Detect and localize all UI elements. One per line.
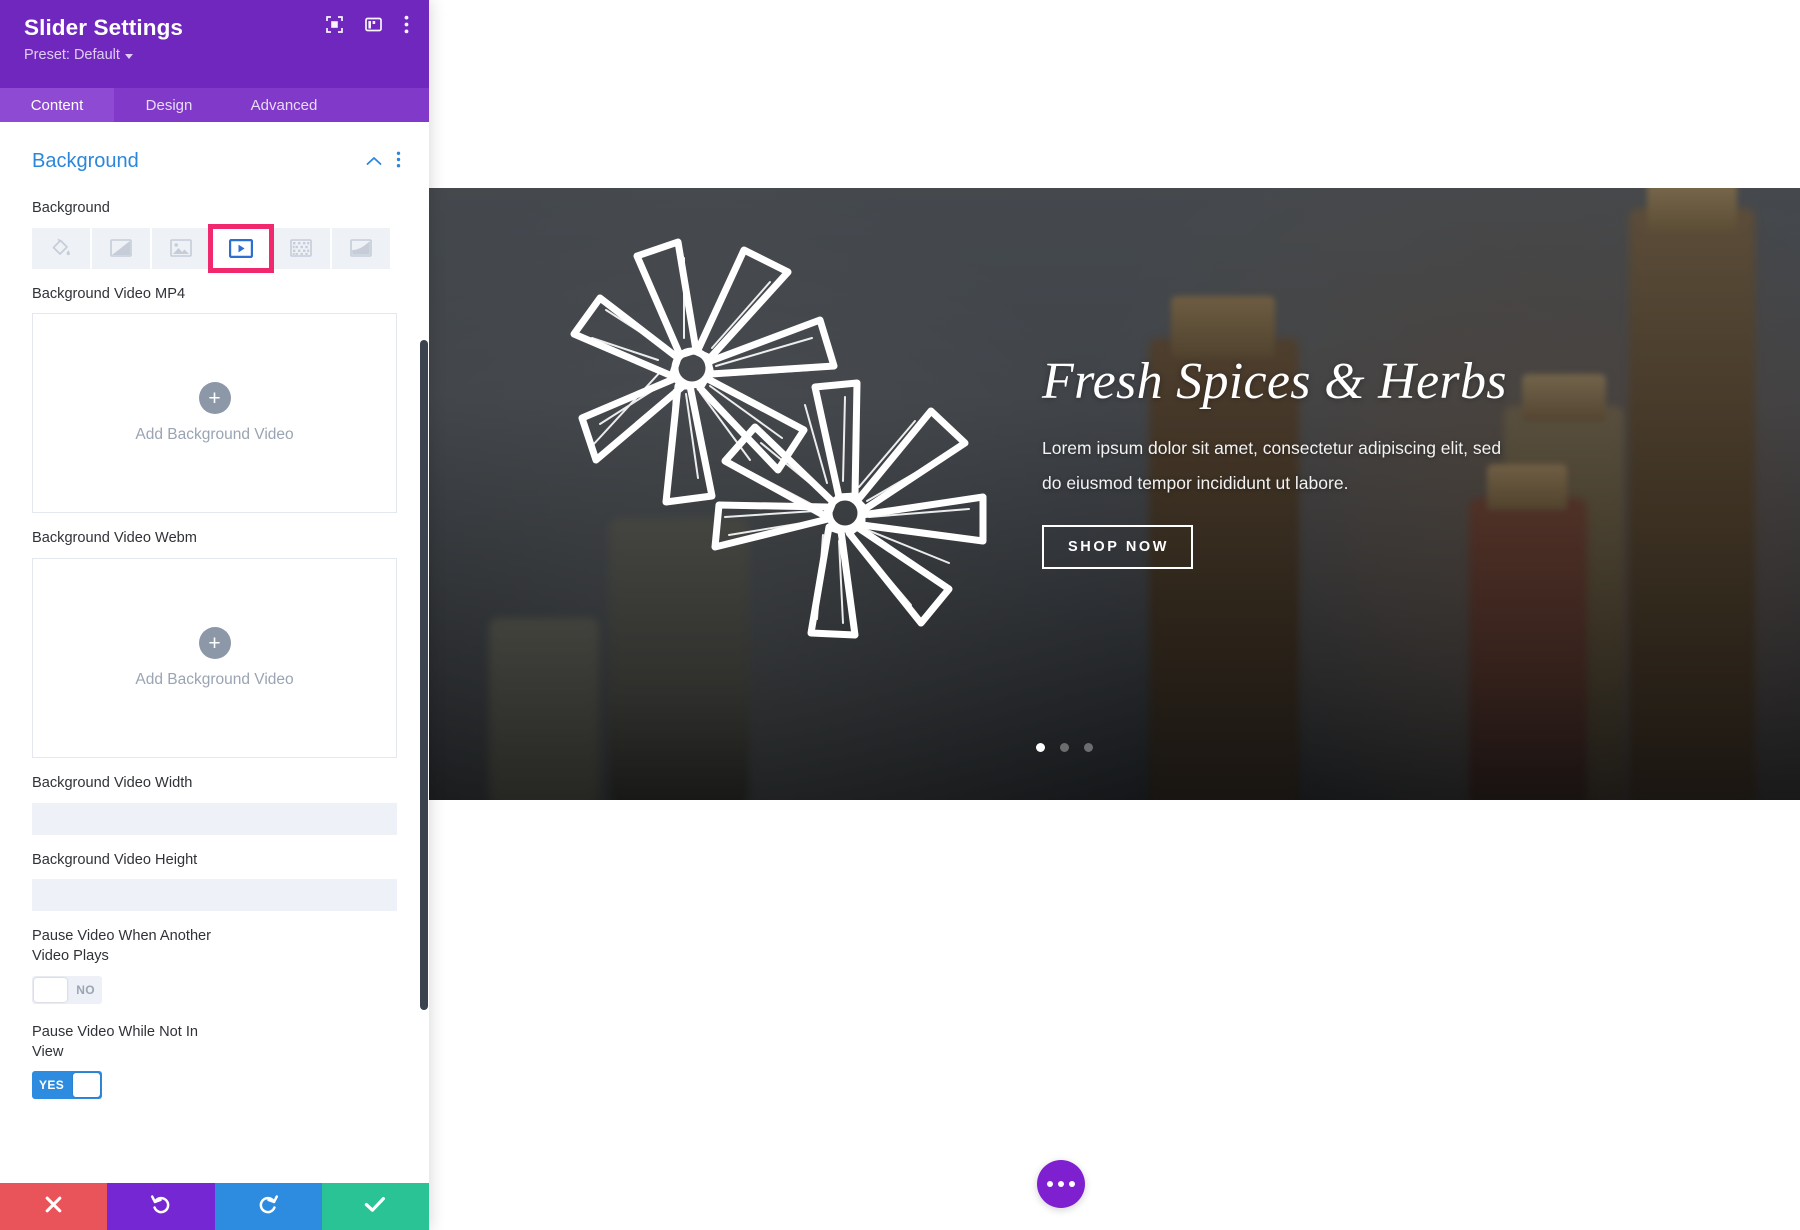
background-color-option[interactable] [32,227,90,269]
dropzone-label: Add Background Video [135,426,294,444]
section-actions [366,151,401,173]
background-video-mp4-label: Background Video MP4 [32,285,186,302]
toggle-state-label: NO [76,982,95,997]
pause-video-other-toggle[interactable]: NO [32,975,102,1004]
pause-video-other-label: Pause Video When Another Video Plays [32,928,212,965]
preset-selector[interactable]: Preset: Default [24,47,405,63]
shop-now-button[interactable]: SHOP NOW [1042,525,1194,570]
cancel-button[interactable] [0,1183,108,1230]
undo-icon [150,1194,171,1220]
slider-dot-1[interactable] [1036,743,1045,752]
panel-body: Background Background Background Video M… [0,122,429,1183]
background-video-mp4-dropzone[interactable]: + Add Background Video [32,313,397,514]
tab-content[interactable]: Content [0,88,114,122]
hero-content: Fresh Spices & Herbs Lorem ipsum dolor s… [1042,353,1602,570]
pause-video-other-field: Pause Video When Another Video Plays NO [0,927,429,1006]
background-video-webm-dropzone[interactable]: + Add Background Video [32,558,397,759]
background-type-field: Background [0,199,429,273]
background-video-mp4-field: Background Video MP4 + Add Background Vi… [0,285,429,514]
undo-button[interactable] [107,1183,215,1230]
redo-icon [258,1194,279,1220]
more-vertical-icon[interactable] [396,151,401,173]
page-settings-fab[interactable] [1037,1160,1085,1208]
chevron-down-icon [124,53,133,59]
pause-video-not-in-view-field: Pause Video While Not In View YES [0,1023,429,1100]
focus-target-icon[interactable] [326,16,343,33]
panel-footer [0,1183,429,1230]
background-video-width-label: Background Video Width [32,775,193,792]
background-type-options [32,223,397,273]
background-gradient-icon [110,239,132,257]
background-type-label: Background [32,200,110,216]
background-section-header: Background [0,122,429,183]
background-video-option[interactable] [208,223,274,273]
panel-layout-icon[interactable] [365,16,382,33]
hero-heading: Fresh Spices & Herbs [1042,353,1507,410]
toggle-state-label: YES [39,1078,65,1093]
background-image-option[interactable] [152,227,210,269]
close-icon [44,1195,63,1219]
background-mask-option[interactable] [332,227,390,269]
pause-video-not-in-view-toggle[interactable]: YES [32,1071,102,1100]
hero-slider[interactable]: Fresh Spices & Herbs Lorem ipsum dolor s… [429,188,1800,800]
slider-pagination[interactable] [1036,743,1093,752]
background-pattern-icon [290,239,312,257]
more-vertical-icon[interactable] [404,15,409,34]
background-pattern-option[interactable] [272,227,330,269]
module-settings-panel: Slider Settings Preset: Default Content … [0,0,429,1230]
hero-paragraph: Lorem ipsum dolor sit amet, consectetur … [1042,438,1502,494]
dropzone-label: Add Background Video [135,671,294,689]
toggle-knob [73,1073,100,1098]
divi-builder-screen: Fresh Spices & Herbs Lorem ipsum dolor s… [0,0,1800,1230]
slider-dot-3[interactable] [1084,743,1093,752]
preset-label: Preset: Default [24,47,120,63]
background-video-webm-label: Background Video Webm [32,530,197,547]
tab-advanced[interactable]: Advanced [224,88,344,122]
panel-tabs: Content Design Advanced [0,88,429,122]
ellipsis-dot [1047,1181,1053,1187]
panel-header: Slider Settings Preset: Default [0,0,429,88]
check-icon [364,1195,386,1219]
settings-scroll-area: Background Background Background Video M… [0,122,429,1109]
ellipsis-dot [1069,1181,1075,1187]
background-video-icon [229,238,253,258]
section-title: Background [32,150,139,172]
save-button[interactable] [321,1183,429,1230]
background-video-height-field: Background Video Height [0,851,429,912]
background-video-height-input[interactable] [32,879,397,912]
page-canvas: Fresh Spices & Herbs Lorem ipsum dolor s… [429,0,1800,1230]
pause-video-not-in-view-label: Pause Video While Not In View [32,1023,199,1060]
background-video-height-label: Background Video Height [32,851,198,868]
panel-scrollbar[interactable] [420,340,428,1010]
plus-icon: + [198,382,231,415]
background-color-icon [51,238,71,258]
toggle-knob [34,977,68,1002]
plus-icon: + [198,627,231,660]
panel-header-icons [326,15,409,34]
chevron-up-icon[interactable] [366,153,382,171]
slider-dot-2[interactable] [1060,743,1069,752]
tab-design[interactable]: Design [114,88,224,122]
redo-button[interactable] [214,1183,322,1230]
ellipsis-dot [1058,1181,1064,1187]
background-gradient-option[interactable] [92,227,150,269]
background-image-icon [170,239,192,257]
background-video-width-input[interactable] [32,802,397,835]
background-video-webm-field: Background Video Webm + Add Background V… [0,529,429,759]
background-video-width-field: Background Video Width [0,774,429,835]
background-mask-icon [350,239,372,257]
